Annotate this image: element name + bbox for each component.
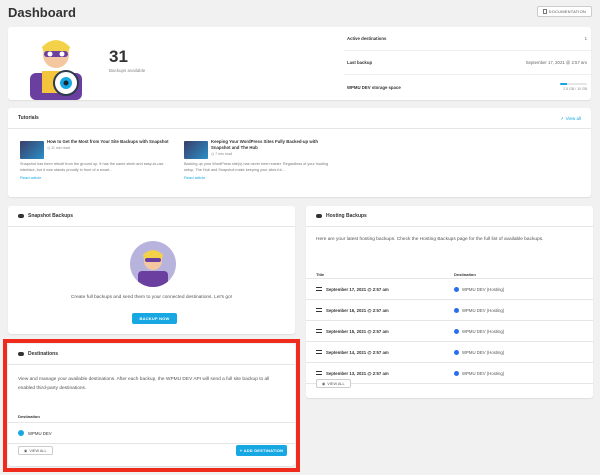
external-link-icon: ↗ <box>560 115 564 121</box>
tutorials-card: Tutorials ↗ View all How to Get the Most… <box>8 108 591 197</box>
clock-icon: ◷ <box>211 152 215 156</box>
superhero-mascot-image <box>30 40 82 100</box>
mascot-avatar <box>130 241 176 287</box>
hosting-backups-card: Hosting Backups Here are your latest hos… <box>306 206 593 398</box>
wpmudev-icon <box>454 370 459 376</box>
cloud-icon <box>316 214 322 218</box>
hosting-view-all-button[interactable]: ◉ VIEW ALL <box>316 379 351 388</box>
wpmudev-icon <box>454 286 459 292</box>
hosting-description: Here are your latest hosting backups. Ch… <box>316 237 544 242</box>
tutorial-thumbnail[interactable] <box>184 141 208 159</box>
table-row[interactable]: September 14, 2021 @ 2:57 am WPMU DEV (H… <box>306 342 593 363</box>
backups-count: 31 <box>109 47 128 66</box>
documentation-button[interactable]: DOCUMENTATION <box>536 6 592 17</box>
stat-active-destinations: Active destinations 1 <box>344 27 591 51</box>
summary-card: 31 Backups available Active destinations… <box>8 27 591 100</box>
tutorial-read-time: ◷ 7 min read <box>211 152 233 156</box>
tutorial-title[interactable]: Keeping Your WordPress Sites Fully Backe… <box>211 139 334 151</box>
table-row[interactable]: September 15, 2021 @ 2:57 am WPMU DEV (H… <box>306 321 593 342</box>
clock-icon: ◷ <box>47 146 51 150</box>
hosting-table-header: Title Destination <box>306 270 593 279</box>
destinations-highlight-box <box>3 339 300 472</box>
snapshot-title: Snapshot Backups <box>28 213 74 219</box>
stat-last-backup: Last backup September 17, 2021 @ 2:57 am <box>344 51 591 75</box>
backup-list-icon <box>316 371 322 375</box>
hosting-title: Hosting Backups <box>326 213 367 219</box>
backups-count-label: Backups available <box>109 68 146 73</box>
summary-stats: Active destinations 1 Last backup Septem… <box>344 27 591 99</box>
documentation-label: DOCUMENTATION <box>548 9 586 14</box>
tutorials-title: Tutorials <box>18 115 39 121</box>
tutorials-view-all-link[interactable]: ↗ View all <box>560 116 581 121</box>
page-title: Dashboard <box>8 5 76 20</box>
snapshot-backups-card: Snapshot Backups Create full backups and… <box>8 206 295 334</box>
backup-list-icon <box>316 350 322 354</box>
stat-storage-space: WPMU DEV storage space 2.5 GB / 10 GB <box>347 83 587 91</box>
storage-progress-fill <box>560 83 567 85</box>
tutorial-excerpt: Backing up your WordPress site(s) has ne… <box>184 162 329 172</box>
wpmudev-icon <box>454 307 459 313</box>
tutorial-read-time: ◷ 11 min read <box>47 146 70 150</box>
backup-list-icon <box>316 287 322 291</box>
read-article-link[interactable]: Read article <box>20 175 170 180</box>
eye-icon: ◉ <box>322 382 326 386</box>
document-icon <box>542 9 547 14</box>
storage-text: 2.5 GB / 10 GB <box>563 87 587 91</box>
backup-list-icon <box>316 329 322 333</box>
wpmudev-icon <box>454 349 459 355</box>
wpmudev-icon <box>454 328 459 334</box>
backup-list-icon <box>316 308 322 312</box>
snapshot-empty-message: Create full backups and send them to you… <box>70 295 233 300</box>
tutorial-thumbnail[interactable] <box>20 141 44 159</box>
tutorial-item: Keeping Your WordPress Sites Fully Backe… <box>184 139 334 180</box>
table-row[interactable]: September 16, 2021 @ 2:57 am WPMU DEV (H… <box>306 300 593 321</box>
storage-progress-bar <box>560 83 587 85</box>
tutorial-excerpt: Snapshot has been rebuilt from the groun… <box>20 162 164 172</box>
tutorial-item: How to Get the Most from Your Site Backu… <box>20 139 170 180</box>
read-article-link[interactable]: Read article <box>184 175 334 180</box>
cloud-icon <box>18 214 24 218</box>
backup-now-button[interactable]: BACKUP NOW <box>132 313 177 324</box>
tutorial-title[interactable]: How to Get the Most from Your Site Backu… <box>47 139 170 145</box>
table-row[interactable]: September 17, 2021 @ 2:57 am WPMU DEV (H… <box>306 279 593 300</box>
